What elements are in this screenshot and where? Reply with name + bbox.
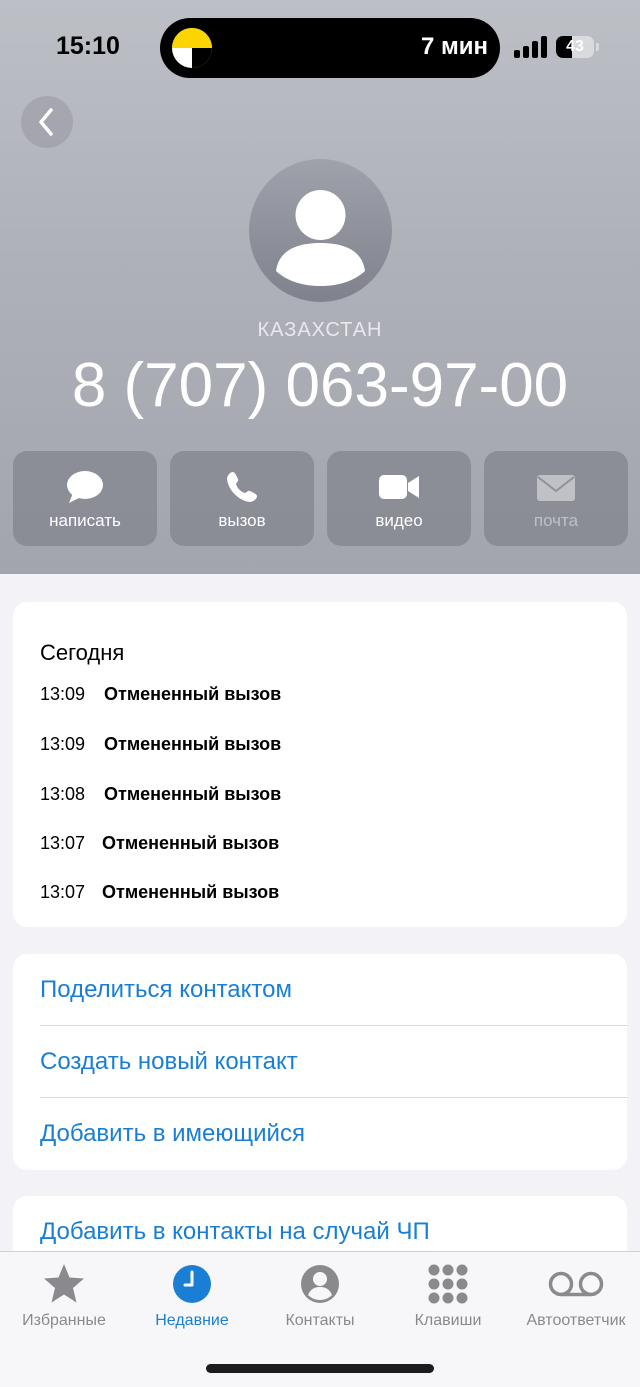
chevron-left-icon: [39, 108, 53, 136]
person-silhouette-icon: [276, 190, 365, 286]
home-indicator[interactable]: [206, 1364, 434, 1373]
clock-icon: [173, 1265, 211, 1303]
phone-icon: [227, 472, 257, 502]
battery-icon: 43: [556, 36, 594, 58]
battery-percent: 43: [566, 38, 584, 55]
tab-label: Избранные: [22, 1312, 106, 1329]
voicemail-icon: [548, 1271, 604, 1297]
tab-label: Автоответчик: [526, 1312, 626, 1329]
history-row: 13:09 Отмененный вызов: [40, 734, 281, 762]
mail-icon: [537, 475, 575, 501]
history-time: 13:09: [40, 684, 86, 704]
call-button-label: вызов: [218, 511, 266, 530]
status-bar: 15:10 7 мин 43: [0, 0, 640, 96]
history-row: 13:07 Отмененный вызов: [40, 882, 279, 910]
create-contact-link[interactable]: Создать новый контакт: [40, 1026, 627, 1098]
history-row: 13:07 Отмененный вызов: [40, 833, 279, 861]
back-button[interactable]: [21, 96, 73, 148]
call-history-card: Сегодня 13:09 Отмененный вызов 13:09 Отмен…: [13, 602, 627, 927]
taxi-app-icon: [172, 28, 212, 68]
tab-contacts[interactable]: Контакты: [256, 1252, 384, 1352]
quick-actions: написать вызов видео почта: [13, 451, 628, 546]
history-time: 13:08: [40, 784, 86, 804]
phone-number: 8 (707) 063-97-00: [71, 351, 569, 420]
history-date-title: Сегодня: [40, 640, 125, 665]
contact-country: КАЗАХСТАН: [257, 319, 383, 341]
mail-button[interactable]: почта: [484, 451, 628, 546]
history-row: 13:08 Отмененный вызов: [40, 784, 281, 812]
history-desc: Отмененный вызов: [102, 882, 280, 902]
avatar: [249, 159, 392, 302]
call-button[interactable]: вызов: [170, 451, 314, 546]
tab-voicemail[interactable]: Автоответчик: [512, 1252, 640, 1352]
tab-label: Контакты: [285, 1312, 355, 1329]
message-button-label: написать: [49, 511, 121, 530]
share-contact-link[interactable]: Поделиться контактом: [40, 954, 627, 1026]
tab-recents[interactable]: Недавние: [128, 1252, 256, 1352]
status-time: 15:10: [56, 32, 120, 60]
history-desc: Отмененный вызов: [102, 833, 280, 853]
history-desc: Отмененный вызов: [104, 784, 282, 804]
message-icon: [67, 471, 103, 503]
history-time: 13:07: [40, 882, 86, 902]
cellular-signal-icon: [514, 36, 548, 58]
video-icon: [379, 475, 419, 499]
person-circle-icon: [301, 1265, 339, 1303]
video-button-label: видео: [375, 511, 423, 530]
history-desc: Отмененный вызов: [104, 734, 282, 754]
tab-label: Клавиши: [414, 1312, 482, 1329]
video-button[interactable]: видео: [327, 451, 471, 546]
star-icon: [44, 1264, 84, 1303]
history-desc: Отмененный вызов: [104, 684, 282, 704]
history-time: 13:07: [40, 833, 86, 853]
message-button[interactable]: написать: [13, 451, 157, 546]
history-time: 13:09: [40, 734, 86, 754]
tab-label: Недавние: [155, 1312, 229, 1329]
island-eta-text: 7 мин: [420, 33, 488, 60]
dynamic-island[interactable]: 7 мин: [160, 18, 500, 78]
contact-header: 15:10 7 мин 43 КАЗАХСТАН 8 (707) 063-97-…: [0, 0, 640, 574]
tab-favorites[interactable]: Избранные: [0, 1252, 128, 1352]
battery-tip: [596, 43, 599, 51]
contact-options-card: Поделиться контактом Создать новый конта…: [13, 954, 627, 1170]
tab-keypad[interactable]: Клавиши: [384, 1252, 512, 1352]
keypad-icon: [428, 1264, 468, 1304]
mail-button-label: почта: [533, 511, 579, 530]
add-to-existing-link[interactable]: Добавить в имеющийся: [40, 1098, 627, 1170]
history-row: 13:09 Отмененный вызов: [40, 684, 281, 712]
